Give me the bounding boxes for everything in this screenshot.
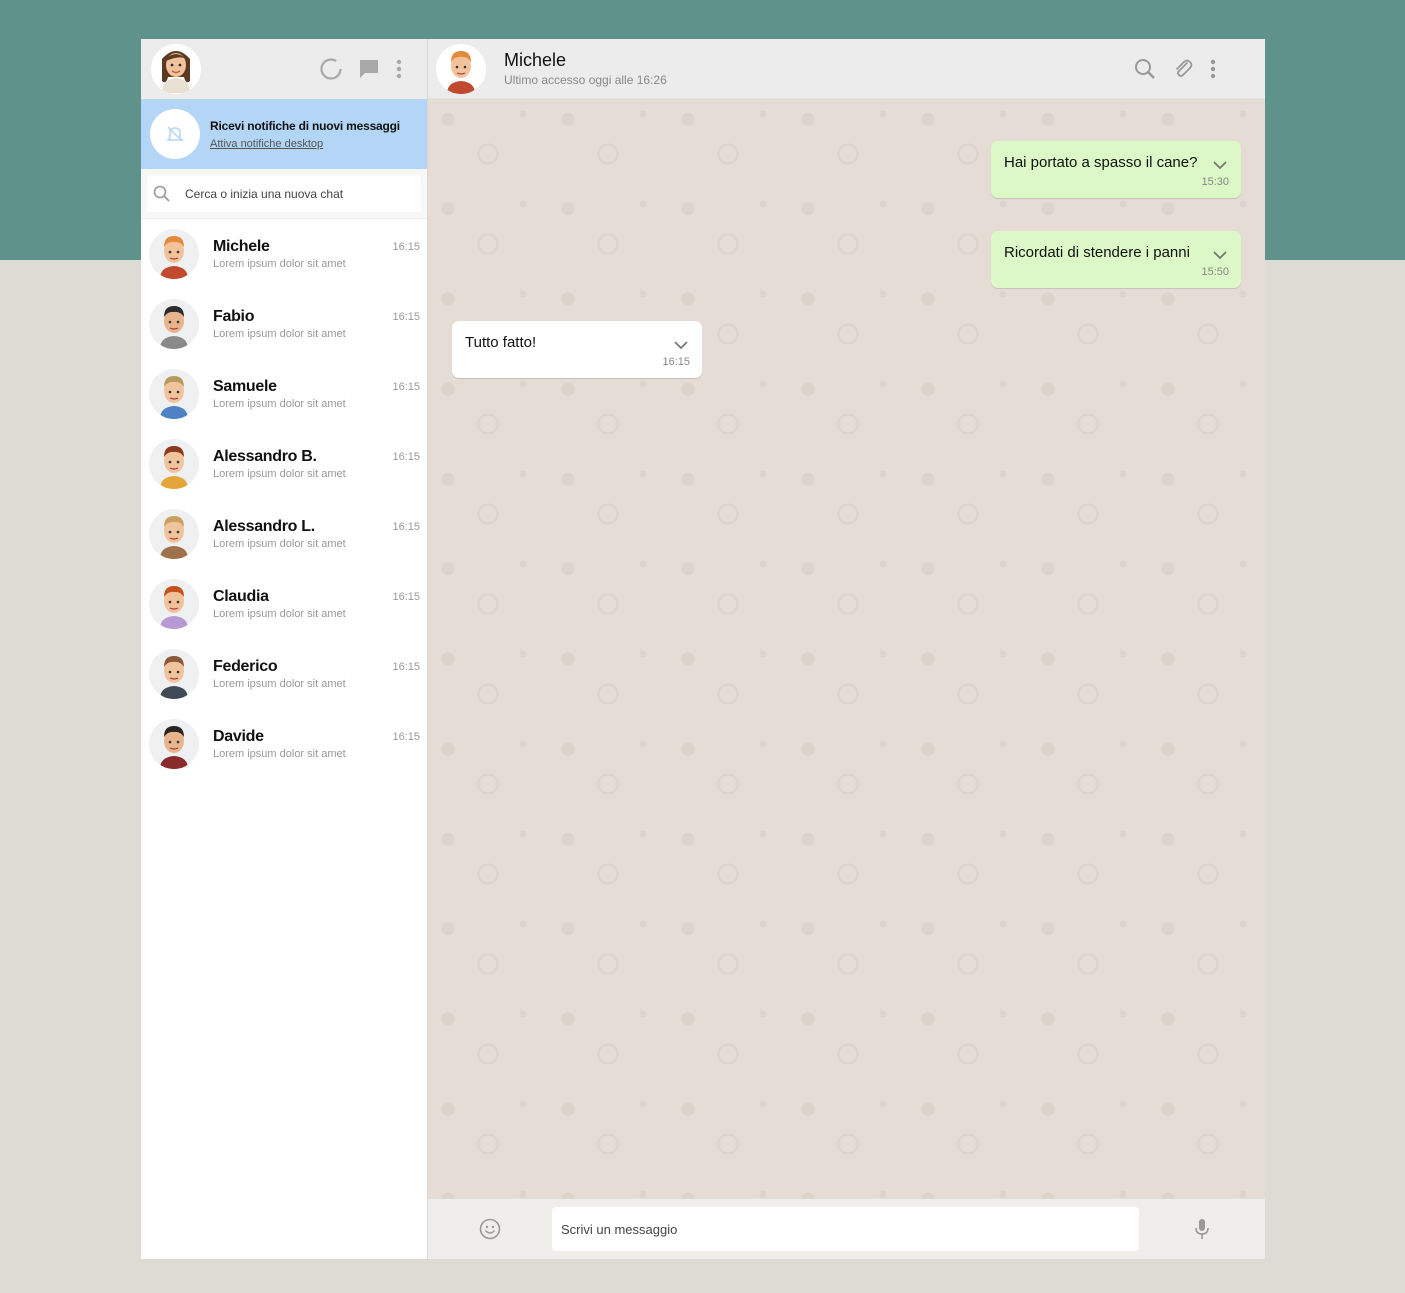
notification-title: Ricevi notifiche di nuovi messaggi [210, 118, 400, 133]
contact-info: Federico Lorem ipsum dolor sit amet [213, 658, 421, 690]
contact-time: 16:15 [392, 661, 420, 673]
contact-last-message: Lorem ipsum dolor sit amet [213, 258, 346, 270]
chevron-down-icon[interactable] [674, 337, 688, 355]
contact-info: Davide Lorem ipsum dolor sit amet [213, 728, 421, 760]
contact-last-message: Lorem ipsum dolor sit amet [213, 328, 346, 340]
search-area [141, 169, 427, 219]
message-text: Hai portato a spasso il cane? [1004, 154, 1198, 171]
notification-circle [150, 109, 200, 159]
contact-name: Fabio [213, 308, 255, 325]
contact-info: Fabio Lorem ipsum dolor sit amet [213, 308, 421, 340]
chat-header: Michele Ultimo accesso oggi alle 16:26 [428, 39, 1265, 99]
message-text: Ricordati di stendere i panni [1004, 244, 1190, 261]
contact-time: 16:15 [392, 241, 420, 253]
contact-last-message: Lorem ipsum dolor sit amet [213, 538, 346, 550]
contact-last-seen: Ultimo accesso oggi alle 16:26 [504, 73, 667, 87]
message-bubble-incoming[interactable]: Tutto fatto! 16:15 [452, 321, 702, 378]
search-icon [153, 185, 170, 202]
enable-desktop-notifications-link[interactable]: Attiva notifiche desktop [210, 138, 400, 150]
chevron-down-icon[interactable] [1213, 157, 1227, 175]
contact-name: Michele [504, 50, 567, 70]
contact-last-message: Lorem ipsum dolor sit amet [213, 398, 346, 410]
contact-list-item[interactable]: Samuele Lorem ipsum dolor sit amet 16:15 [141, 359, 427, 429]
status-icon[interactable] [319, 57, 343, 81]
contact-list-item[interactable]: Fabio Lorem ipsum dolor sit amet 16:15 [141, 289, 427, 359]
contact-list-item[interactable]: Claudia Lorem ipsum dolor sit amet 16:15 [141, 569, 427, 639]
bell-off-icon [166, 126, 184, 142]
notification-banner: Ricevi notifiche di nuovi messaggi Attiv… [141, 99, 427, 169]
contact-last-message: Lorem ipsum dolor sit amet [213, 468, 346, 480]
contact-time: 16:15 [392, 311, 420, 323]
contact-list-item[interactable]: Alessandro L. Lorem ipsum dolor sit amet 1… [141, 499, 427, 569]
contact-name: Alessandro L. [213, 518, 315, 535]
contact-avatar [149, 229, 199, 279]
contact-info[interactable]: Michele Ultimo accesso oggi alle 16:26 [504, 50, 667, 87]
message-time: 15:50 [1201, 266, 1229, 278]
menu-icon[interactable] [1209, 58, 1217, 80]
message-time: 16:15 [662, 356, 690, 368]
contact-time: 16:15 [392, 591, 420, 603]
notification-text: Ricevi notifiche di nuovi messaggi Attiv… [210, 119, 400, 150]
contact-info: Alessandro B. Lorem ipsum dolor sit amet [213, 448, 421, 480]
message-bubble-outgoing[interactable]: Ricordati di stendere i panni 15:50 [991, 231, 1241, 288]
chat-header-actions [1133, 57, 1217, 81]
contact-avatar [149, 299, 199, 349]
contact-time: 16:15 [392, 521, 420, 533]
contact-avatar [149, 579, 199, 629]
my-profile-avatar[interactable] [151, 44, 201, 94]
contact-list: Michele Lorem ipsum dolor sit amet 16:15 Fa… [141, 219, 427, 779]
contact-name: Claudia [213, 588, 269, 605]
contact-last-message: Lorem ipsum dolor sit amet [213, 608, 346, 620]
contact-name: Michele [213, 238, 270, 255]
contact-last-message: Lorem ipsum dolor sit amet [213, 678, 346, 690]
chat-panel: Michele Ultimo accesso oggi alle 16:26 H… [428, 39, 1265, 1259]
emoji-icon[interactable] [478, 1217, 502, 1241]
sidebar: Ricevi notifiche di nuovi messaggi Attiv… [141, 39, 428, 1259]
contact-name: Davide [213, 728, 264, 745]
contact-avatar [149, 439, 199, 489]
contact-list-item[interactable]: Davide Lorem ipsum dolor sit amet 16:15 [141, 709, 427, 779]
contact-name: Samuele [213, 378, 277, 395]
message-time: 15:30 [1201, 176, 1229, 188]
contact-info: Claudia Lorem ipsum dolor sit amet [213, 588, 421, 620]
contact-avatar [149, 369, 199, 419]
contact-list-item[interactable]: Alessandro B. Lorem ipsum dolor sit amet 1… [141, 429, 427, 499]
contact-list-item[interactable]: Michele Lorem ipsum dolor sit amet 16:15 [141, 219, 427, 289]
message-text: Tutto fatto! [465, 334, 537, 351]
contact-avatar [149, 509, 199, 559]
contact-info: Samuele Lorem ipsum dolor sit amet [213, 378, 421, 410]
contact-time: 16:15 [392, 381, 420, 393]
message-area[interactable]: Hai portato a spasso il cane? 15:30 Rico… [428, 99, 1265, 1199]
menu-icon[interactable] [395, 58, 403, 80]
search-icon[interactable] [1133, 57, 1157, 81]
sidebar-header-actions [319, 57, 403, 81]
microphone-icon[interactable] [1193, 1217, 1211, 1241]
chat-app-window: Ricevi notifiche di nuovi messaggi Attiv… [141, 39, 1265, 1259]
sidebar-header [141, 39, 427, 99]
contact-name: Alessandro B. [213, 448, 317, 465]
new-chat-icon[interactable] [357, 57, 381, 81]
contact-avatar [149, 719, 199, 769]
contact-avatar [149, 649, 199, 699]
search-box [147, 175, 421, 212]
contact-info: Alessandro L. Lorem ipsum dolor sit amet [213, 518, 421, 550]
contact-info: Michele Lorem ipsum dolor sit amet [213, 238, 421, 270]
attach-icon[interactable] [1171, 57, 1195, 81]
message-input[interactable] [552, 1207, 1139, 1251]
contact-time: 16:15 [392, 731, 420, 743]
contact-avatar[interactable] [436, 43, 486, 94]
message-composer [428, 1199, 1265, 1259]
contact-time: 16:15 [392, 451, 420, 463]
chevron-down-icon[interactable] [1213, 247, 1227, 265]
contact-name: Federico [213, 658, 278, 675]
contact-last-message: Lorem ipsum dolor sit amet [213, 748, 346, 760]
contact-list-item[interactable]: Federico Lorem ipsum dolor sit amet 16:15 [141, 639, 427, 709]
message-bubble-outgoing[interactable]: Hai portato a spasso il cane? 15:30 [991, 141, 1241, 198]
search-input[interactable] [185, 186, 405, 201]
